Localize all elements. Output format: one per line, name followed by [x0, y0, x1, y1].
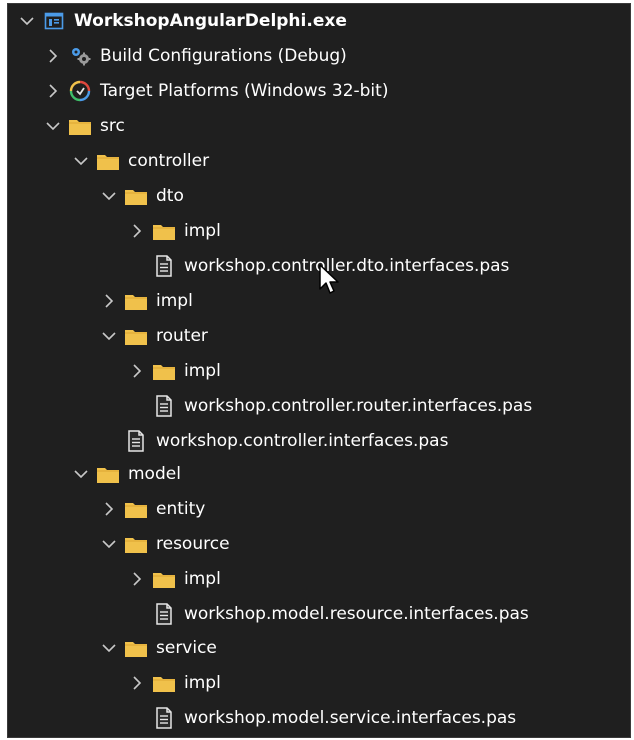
- file-icon: [152, 603, 176, 625]
- chevron-down-icon[interactable]: [100, 327, 118, 345]
- chevron-down-icon[interactable]: [72, 465, 90, 483]
- chevron-right-icon[interactable]: [128, 362, 146, 380]
- tree-node-model[interactable]: model: [8, 459, 630, 489]
- folder-label: impl: [156, 291, 193, 311]
- file-label: workshop.controller.router.interfaces.pa…: [184, 396, 533, 416]
- gears-icon: [68, 45, 92, 67]
- folder-icon: [152, 568, 176, 590]
- folder-icon: [152, 672, 176, 694]
- folder-icon: [68, 115, 92, 137]
- tree-node-service-impl[interactable]: impl: [8, 668, 630, 698]
- file-label: workshop.model.service.interfaces.pas: [184, 708, 517, 728]
- tree-node-router[interactable]: router: [8, 321, 630, 351]
- chevron-right-icon[interactable]: [100, 292, 118, 310]
- folder-label: impl: [184, 361, 221, 381]
- folder-icon: [124, 290, 148, 312]
- folder-label: controller: [128, 151, 210, 171]
- folder-icon: [124, 533, 148, 555]
- tree-node-router-impl[interactable]: impl: [8, 356, 630, 386]
- folder-icon: [124, 637, 148, 659]
- chevron-right-icon[interactable]: [128, 674, 146, 692]
- folder-label: dto: [156, 186, 184, 206]
- tree-node-src[interactable]: src: [8, 111, 630, 141]
- file-icon: [152, 707, 176, 729]
- file-label: workshop.model.resource.interfaces.pas: [184, 604, 529, 624]
- mouse-cursor-icon: [319, 264, 339, 294]
- file-icon: [124, 430, 148, 452]
- folder-icon: [152, 360, 176, 382]
- folder-label: impl: [184, 221, 221, 241]
- tree-node-build-configurations[interactable]: Build Configurations (Debug): [8, 41, 630, 71]
- chevron-right-icon[interactable]: [100, 500, 118, 518]
- folder-label: service: [156, 638, 217, 658]
- project-exe-icon: [42, 10, 66, 32]
- chevron-down-icon[interactable]: [100, 187, 118, 205]
- tree-node-project[interactable]: WorkshopAngularDelphi.exe: [8, 6, 630, 36]
- chevron-right-icon[interactable]: [44, 47, 62, 65]
- chevron-down-icon[interactable]: [72, 152, 90, 170]
- chevron-right-icon[interactable]: [128, 570, 146, 588]
- tree-node-dto[interactable]: dto: [8, 181, 630, 211]
- tree-node-entity[interactable]: entity: [8, 494, 630, 524]
- tree-node-resource[interactable]: resource: [8, 529, 630, 559]
- folder-icon: [124, 498, 148, 520]
- project-label: WorkshopAngularDelphi.exe: [74, 11, 347, 31]
- tree-node-controller-interfaces-file[interactable]: workshop.controller.interfaces.pas: [8, 426, 630, 456]
- target-platforms-label: Target Platforms (Windows 32-bit): [100, 81, 389, 101]
- file-label: workshop.controller.interfaces.pas: [156, 431, 449, 451]
- tree-node-service[interactable]: service: [8, 633, 630, 663]
- tree-node-resource-interfaces-file[interactable]: workshop.model.resource.interfaces.pas: [8, 599, 630, 629]
- folder-icon: [96, 463, 120, 485]
- chevron-down-icon[interactable]: [100, 639, 118, 657]
- folder-label: model: [128, 464, 181, 484]
- tree-node-target-platforms[interactable]: Target Platforms (Windows 32-bit): [8, 76, 630, 106]
- tree-node-controller[interactable]: controller: [8, 146, 630, 176]
- chevron-down-icon[interactable]: [100, 535, 118, 553]
- file-icon: [152, 255, 176, 277]
- tree-node-router-interfaces-file[interactable]: workshop.controller.router.interfaces.pa…: [8, 391, 630, 421]
- folder-icon: [124, 185, 148, 207]
- folder-label: router: [156, 326, 208, 346]
- build-configurations-label: Build Configurations (Debug): [100, 46, 347, 66]
- folder-label: src: [100, 116, 125, 136]
- chevron-down-icon[interactable]: [44, 117, 62, 135]
- tree-node-resource-impl[interactable]: impl: [8, 564, 630, 594]
- chevron-down-icon[interactable]: [18, 12, 36, 30]
- folder-icon: [124, 325, 148, 347]
- file-icon: [152, 395, 176, 417]
- tree-node-dto-impl[interactable]: impl: [8, 216, 630, 246]
- tree-node-service-interfaces-file[interactable]: workshop.model.service.interfaces.pas: [8, 703, 630, 733]
- folder-label: impl: [184, 569, 221, 589]
- file-label: workshop.controller.dto.interfaces.pas: [184, 256, 510, 276]
- folder-label: entity: [156, 499, 206, 519]
- folder-label: resource: [156, 534, 230, 554]
- folder-icon: [152, 220, 176, 242]
- folder-icon: [96, 150, 120, 172]
- chevron-right-icon[interactable]: [128, 222, 146, 240]
- chevron-right-icon[interactable]: [44, 82, 62, 100]
- project-manager-tree: WorkshopAngularDelphi.exe Build Configur…: [7, 3, 631, 738]
- target-icon: [68, 80, 92, 102]
- folder-label: impl: [184, 673, 221, 693]
